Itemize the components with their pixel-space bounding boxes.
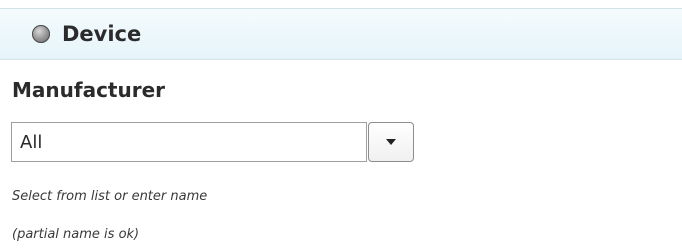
- manufacturer-hint: Select from list or enter name: [12, 189, 208, 204]
- device-filter-panel: Device Manufacturer Select from list or …: [0, 0, 682, 252]
- manufacturer-combobox[interactable]: [11, 122, 415, 162]
- status-dot-icon: [32, 25, 50, 43]
- manufacturer-dropdown-button[interactable]: [368, 122, 414, 162]
- manufacturer-hint-partial: (partial name is ok): [12, 227, 140, 242]
- chevron-down-icon: [386, 139, 396, 145]
- manufacturer-label: Manufacturer: [12, 78, 166, 102]
- section-header[interactable]: Device: [0, 8, 682, 60]
- manufacturer-input[interactable]: [11, 122, 367, 162]
- section-title: Device: [62, 22, 142, 46]
